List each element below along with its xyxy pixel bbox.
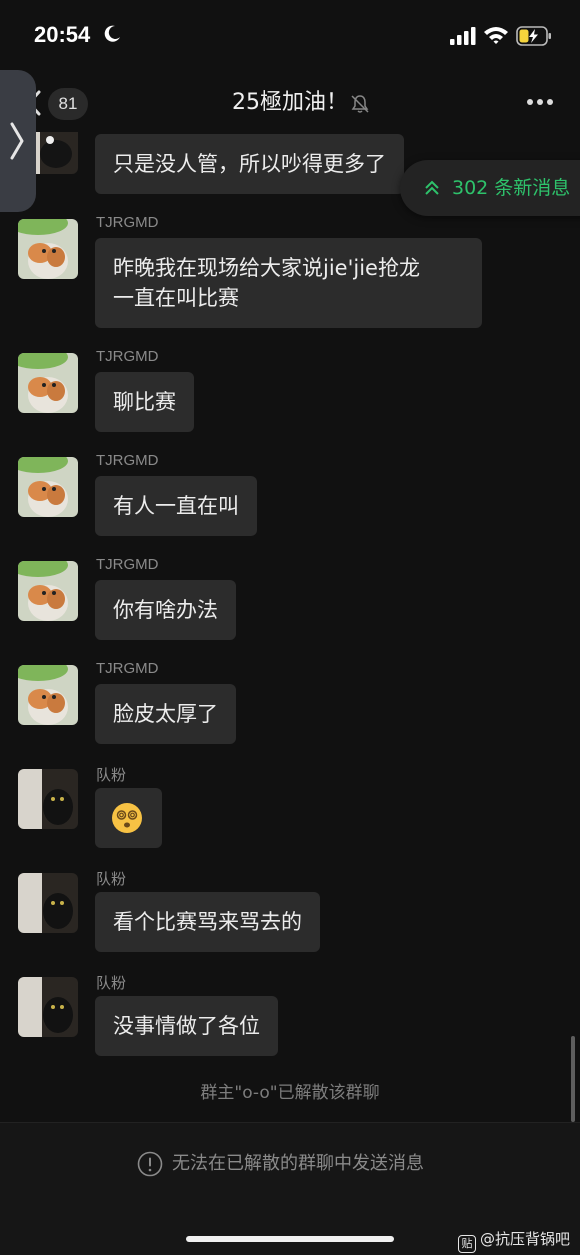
input-disabled-bar: 无法在已解散的群聊中发送消息 贴 @抗压背锅吧 — [0, 1123, 580, 1255]
watermark-badge: 贴 — [458, 1235, 476, 1253]
info-circle-icon — [137, 1151, 163, 1177]
avatar[interactable] — [18, 561, 78, 621]
floating-side-tab[interactable] — [0, 70, 36, 212]
avatar[interactable] — [18, 769, 78, 829]
group-title[interactable]: 25極加油！ — [232, 88, 348, 118]
message-bubble[interactable]: 只是没人管，所以吵得更多了 — [95, 134, 404, 194]
avatar[interactable] — [18, 977, 78, 1037]
message-bubble[interactable]: 没事情做了各位 — [95, 996, 278, 1056]
cannot-send-notice: 无法在已解散的群聊中发送消息 — [172, 1153, 424, 1174]
dizzy-face-emoji-icon — [112, 803, 142, 833]
moon-icon — [104, 25, 120, 42]
wifi-icon — [484, 27, 508, 44]
home-indicator[interactable] — [186, 1236, 394, 1242]
unread-count-badge[interactable]: 81 — [48, 88, 88, 120]
sender-name: 队粉 — [96, 871, 127, 888]
chevron-right-icon — [10, 122, 24, 160]
avatar[interactable] — [18, 219, 78, 279]
sender-name: TJRGMD — [96, 452, 159, 469]
status-bar: 20:54 — [0, 0, 580, 72]
avatar[interactable] — [18, 353, 78, 413]
mute-bell-icon — [351, 95, 369, 113]
message-bubble[interactable]: 你有啥办法 — [95, 580, 236, 640]
message-bubble[interactable]: 昨晚我在现场给大家说jie'jie抢龙 一直在叫比赛 — [95, 238, 482, 328]
group-dissolved-notice: 群主"o-o"已解散该群聊 — [200, 1083, 380, 1103]
message-bubble[interactable]: 脸皮太厚了 — [95, 684, 236, 744]
sender-name: TJRGMD — [96, 660, 159, 677]
watermark-text: @抗压背锅吧 — [480, 1230, 571, 1248]
chat-header: 81 25極加油！ — [0, 76, 580, 132]
message-bubble[interactable] — [95, 788, 162, 848]
sender-name: 队粉 — [96, 767, 127, 784]
message-bubble[interactable]: 看个比赛骂来骂去的 — [95, 892, 320, 952]
more-options-icon[interactable] — [526, 96, 554, 108]
sender-name: 队粉 — [96, 975, 127, 992]
message-bubble[interactable]: 有人一直在叫 — [95, 476, 257, 536]
message-list[interactable]: 只是没人管，所以吵得更多了 TJRGMD 昨晚我在现场给大家说jie'jie抢龙… — [0, 132, 580, 1122]
status-time: 20:54 — [34, 22, 91, 47]
new-messages-button[interactable]: 302 条新消息 — [400, 160, 580, 216]
message-bubble[interactable]: 聊比赛 — [95, 372, 194, 432]
double-chevron-up-icon — [425, 180, 439, 195]
sender-name: TJRGMD — [96, 348, 159, 365]
watermark: 贴 @抗压背锅吧 — [458, 1228, 570, 1253]
sender-name: TJRGMD — [96, 556, 159, 573]
battery-charging-icon — [516, 26, 551, 46]
cellular-signal-icon — [450, 27, 476, 45]
avatar[interactable] — [18, 457, 78, 517]
scrollbar[interactable] — [571, 1036, 575, 1122]
avatar[interactable] — [18, 873, 78, 933]
sender-name: TJRGMD — [96, 214, 159, 231]
avatar[interactable] — [18, 665, 78, 725]
new-messages-label: 302 条新消息 — [452, 177, 571, 199]
